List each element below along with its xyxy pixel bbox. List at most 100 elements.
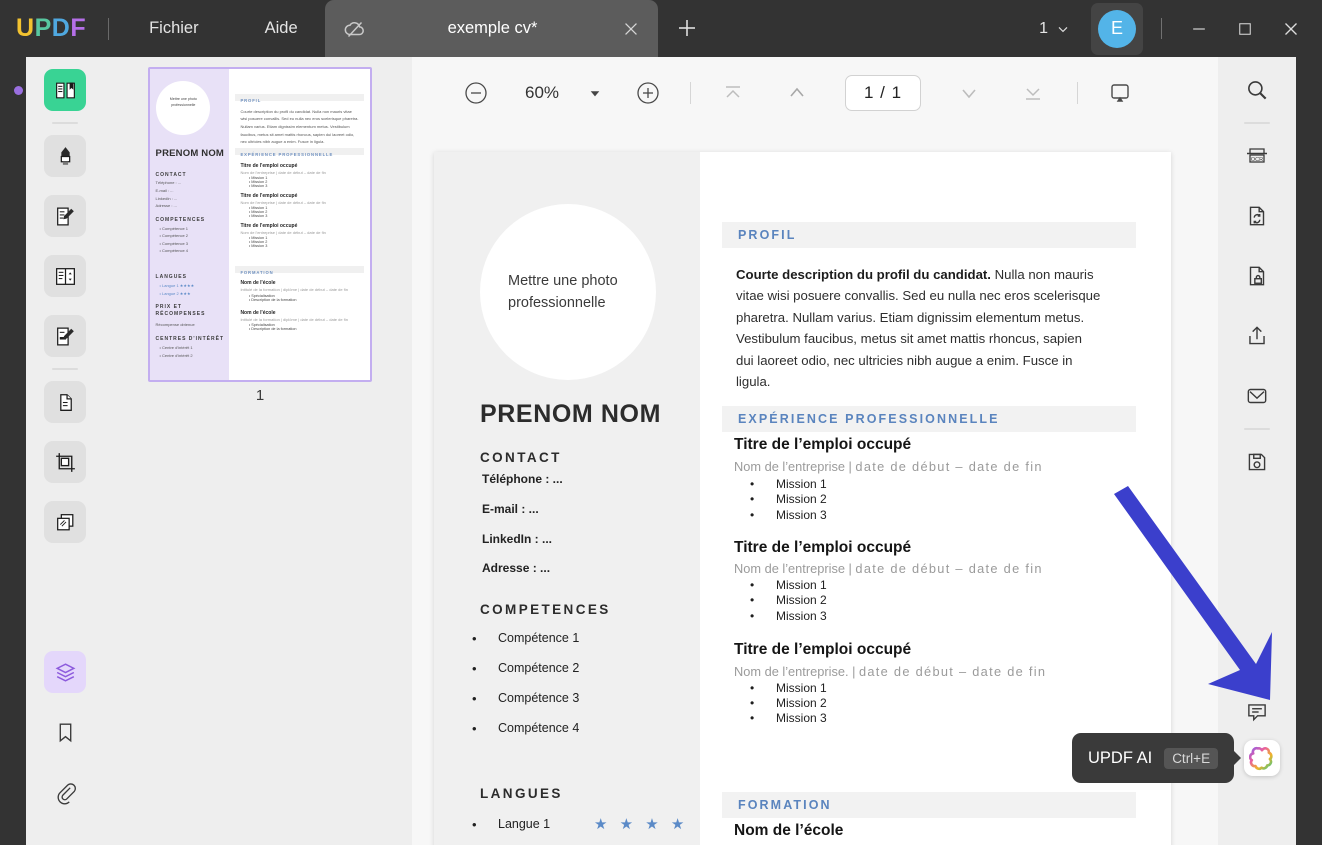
presentation-mode-button[interactable] — [1102, 75, 1138, 111]
cv-contact-email: E-mail : ... — [482, 502, 539, 516]
close-icon[interactable] — [618, 16, 644, 42]
updf-ai-tooltip: UPDF AI Ctrl+E — [1072, 733, 1242, 783]
thumb-languages-list: • Langue 1 ★★★★ • Langue 2 ★★★ — [159, 283, 195, 296]
logo-letter-f: F — [70, 14, 87, 42]
thumb-job-sub-1: Nom de l'entreprise | date de début – da… — [240, 169, 326, 175]
page-thumbnail-1[interactable]: Mettre une photo professionnelle PRENOM … — [148, 67, 372, 382]
avatar: E — [1098, 9, 1136, 48]
account-avatar-button[interactable]: E — [1091, 2, 1143, 55]
sidebar-page-tool[interactable] — [44, 381, 86, 423]
sidebar-comment-tool[interactable] — [44, 315, 86, 357]
cv-experience-heading: EXPÉRIENCE PROFESSIONNELLE — [738, 412, 1000, 426]
page-number-input[interactable]: 1 / 1 — [845, 75, 922, 111]
cv-photo-text: Mettre une photo professionnelle — [508, 272, 618, 311]
thumb-skills-heading: COMPETENCES — [155, 216, 206, 223]
page-copy-icon — [59, 393, 72, 411]
menu-aide[interactable]: Aide — [247, 13, 316, 44]
crop-icon — [55, 452, 75, 472]
window-count-dropdown[interactable]: 1 — [1033, 16, 1077, 42]
toolbar-divider-1 — [690, 82, 691, 104]
zoom-out-button[interactable] — [458, 75, 494, 111]
ocr-tool[interactable]: OCR — [1236, 135, 1278, 177]
cv-language-1-rating: ★ ★ ★ ★ — [594, 816, 689, 833]
maximize-icon — [1239, 22, 1251, 35]
email-tool[interactable] — [1236, 375, 1278, 417]
file-lock-icon — [1249, 266, 1265, 286]
first-page-button[interactable] — [715, 75, 751, 111]
sidebar-layers-tool[interactable] — [44, 651, 86, 693]
cv-job-sep-1: | — [844, 459, 856, 474]
cv-job1-mission-2: Mission 2 — [750, 492, 827, 506]
minimize-button[interactable] — [1176, 0, 1222, 57]
thumbnail-page-number: 1 — [255, 387, 265, 404]
book-reader-icon — [55, 82, 75, 98]
convert-tool[interactable] — [1236, 195, 1278, 237]
cv-profil-heading: PROFIL — [738, 228, 797, 242]
chevron-down-icon — [962, 89, 976, 99]
share-tool[interactable] — [1236, 315, 1278, 357]
sidebar-organize-tool[interactable] — [44, 501, 86, 543]
present-screen-icon — [1111, 84, 1129, 102]
zoom-in-button[interactable] — [630, 75, 666, 111]
zoom-level-value[interactable]: 60% — [516, 83, 568, 103]
thumb-school-2: Nom de l'école — [240, 310, 276, 317]
sidebar-edit-tool[interactable] — [44, 195, 86, 237]
save-tool[interactable] — [1236, 441, 1278, 483]
cv-skill-2: Compétence 2 — [472, 661, 579, 676]
menu-fichier[interactable]: Fichier — [131, 13, 217, 44]
thumb-interests-heading: CENTRES D'INTÉRÊT — [155, 336, 225, 343]
prev-page-button[interactable] — [779, 75, 815, 111]
window-controls-group: 1 E — [1033, 0, 1322, 57]
thumb-skills-list: • Compétence 1 • Compétence 2 • Compétence… — [159, 225, 189, 254]
thumb-school-sub-1: Intitulé de la formation | diplôme | dat… — [240, 287, 348, 293]
toolbar-divider-2 — [1077, 82, 1079, 104]
file-convert-icon — [1249, 206, 1265, 226]
comment-edit-icon — [56, 327, 74, 345]
new-tab-button[interactable] — [672, 13, 702, 43]
next-page-button[interactable] — [951, 75, 987, 111]
maximize-button[interactable] — [1222, 0, 1268, 57]
logo-letter-p: P — [34, 14, 52, 42]
cloud-off-icon — [343, 17, 367, 41]
close-window-button[interactable] — [1268, 0, 1314, 57]
zoom-dropdown-button[interactable] — [584, 82, 606, 104]
thumb-photo-circle: Mettre une photo professionnelle — [156, 81, 211, 136]
protect-tool[interactable] — [1236, 255, 1278, 297]
sidebar-form-tool[interactable] — [44, 255, 86, 297]
floppy-save-icon — [1248, 453, 1266, 471]
tab-title: exemple cv* — [447, 19, 538, 37]
updf-ai-shortcut: Ctrl+E — [1164, 747, 1219, 769]
sidebar-highlight-tool[interactable] — [44, 135, 86, 177]
form-icon — [55, 267, 75, 285]
viewer-toolbar: 60% 1 / 1 — [412, 57, 1218, 129]
sidebar-reader-tool[interactable] — [44, 69, 86, 111]
updf-ai-button[interactable] — [1244, 740, 1280, 776]
thumb-formation-label: FORMATION — [240, 270, 274, 276]
updf-ai-flower-icon — [1249, 746, 1273, 771]
cv-job2-mission-3: Mission 3 — [750, 609, 827, 623]
cv-job2-mission-1: Mission 1 — [750, 578, 827, 592]
window-count: 1 — [1039, 19, 1048, 37]
thumb-right-column: PROFIL Courte description du profil du c… — [229, 69, 370, 380]
thumbnail-panel: Mettre une photo professionnelle PRENOM … — [104, 57, 412, 845]
comment-panel[interactable] — [1236, 691, 1278, 733]
cv-job-sub-3: Nom de l’entreprise. | date de début – d… — [734, 664, 1046, 679]
cv-formation-band: FORMATION — [722, 792, 1136, 818]
cv-school-name: Nom de l’école — [734, 822, 844, 839]
cv-profil-text: Courte description du profil du candidat… — [736, 264, 1102, 392]
thumb-job-1: Titre de l'emploi occupé — [240, 162, 298, 169]
logo-letter-u: U — [16, 14, 35, 42]
thumb-interests-list: • Centre d'intérêt 1 • Centre d'intérêt 2 — [159, 345, 193, 358]
rail-divider — [52, 122, 78, 124]
document-tab[interactable]: exemple cv* — [325, 0, 658, 57]
thumb-profil-label: PROFIL — [240, 97, 262, 103]
last-page-button[interactable] — [1015, 75, 1051, 111]
thumb-languages-heading: LANGUES — [155, 274, 187, 281]
plus-circle-icon — [637, 82, 659, 104]
sidebar-bookmark-tool[interactable] — [44, 711, 86, 753]
updf-window: UPDF Fichier Aide exemple cv* 1 E Mettre… — [0, 0, 1322, 845]
bookmark-icon — [59, 722, 71, 742]
sidebar-crop-tool[interactable] — [44, 441, 86, 483]
search-tool[interactable] — [1236, 69, 1278, 111]
sidebar-attachment-tool[interactable] — [44, 771, 86, 813]
